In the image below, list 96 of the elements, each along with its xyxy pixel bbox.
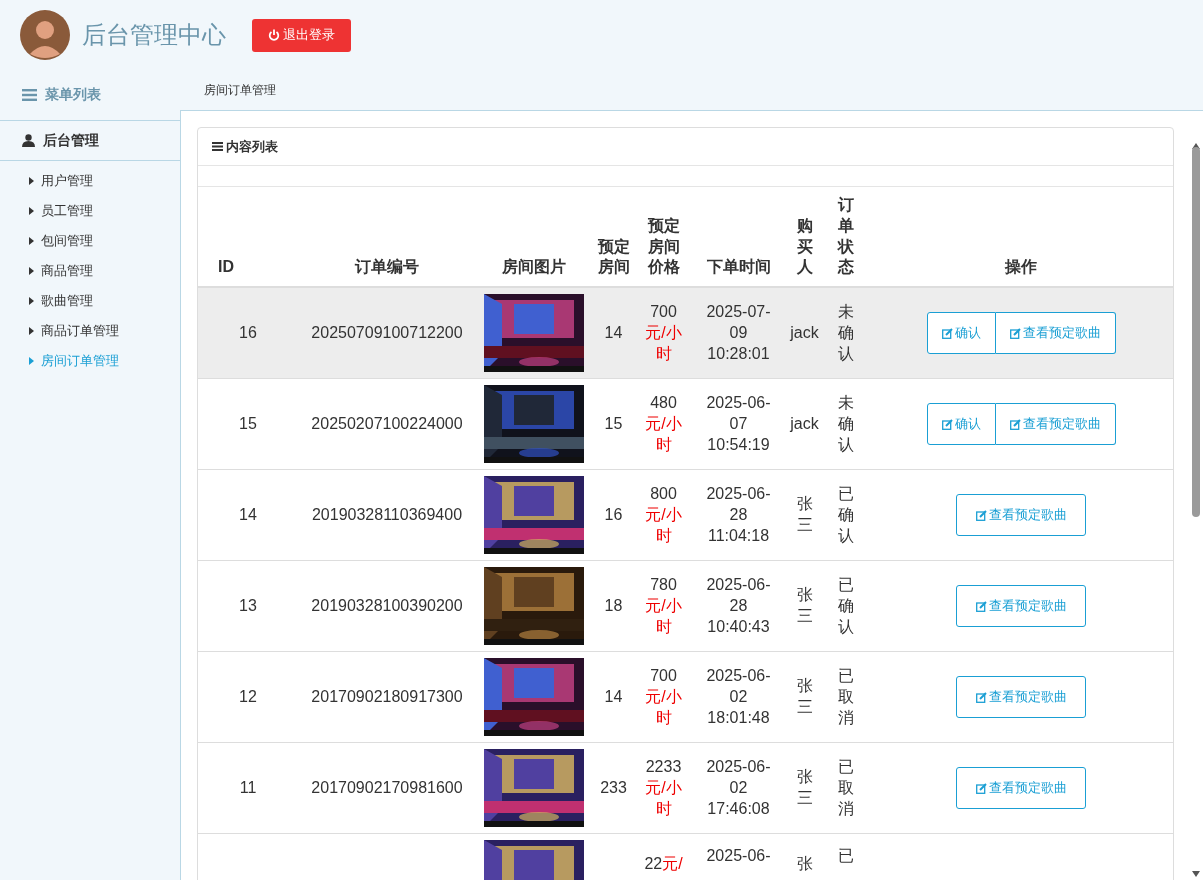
order-status: 已取消 [838,666,854,728]
order-status: 未确认 [838,302,854,364]
order-time: 2025-06- [706,847,771,865]
caret-icon [29,357,34,365]
edit-icon [941,418,953,430]
action-button[interactable]: 确认 [926,312,996,355]
sidebar-item[interactable]: 商品订单管理 [0,316,180,346]
action-button[interactable]: 查看预定歌曲 [995,403,1116,446]
edit-icon [1009,418,1021,430]
price: 22元/ [644,855,683,873]
price: 480 元/小时 [645,394,682,453]
order-time: 2025-07-09 10:28:01 [706,303,771,362]
buyer: jack [790,323,819,341]
column-header: 房间图片 [501,258,566,276]
buyer: jack [790,414,819,432]
room-number: 14 [604,323,623,341]
room-number: 233 [600,778,627,796]
action-button[interactable]: 查看预定歌曲 [995,312,1116,355]
panel-title: 内容列表 [226,137,278,156]
sidebar-item[interactable]: 员工管理 [0,196,180,226]
id-cell: 12 [239,687,257,705]
order-number: 20190328110369400 [311,505,463,523]
price: 780 元/小时 [645,576,682,635]
id-cell: 13 [239,596,257,614]
room-number: 14 [604,687,623,705]
column-header: 下单时间 [706,258,771,276]
action-button[interactable]: 查看预定歌曲 [956,676,1086,719]
caret-icon [29,177,34,185]
order-time: 2025-06-28 11:04:18 [706,485,771,544]
edit-icon [975,509,987,521]
price: 700 元/小时 [645,667,682,726]
room-number: 18 [604,596,623,614]
caret-icon [29,267,34,275]
action-button[interactable]: 确认 [926,403,996,446]
action-button[interactable]: 查看预定歌曲 [956,767,1086,810]
column-header: ID [218,258,234,276]
column-header: 订单编号 [355,258,419,276]
order-status: 已确认 [838,484,854,546]
sidebar-item[interactable]: 用户管理 [0,166,180,196]
order-time: 2025-06-07 10:54:19 [706,394,771,453]
menu-icon [22,89,37,101]
order-status: 已 [838,846,854,867]
order-time: 2025-06-28 10:40:43 [706,576,771,635]
room-number: 16 [604,505,623,523]
caret-icon [29,207,34,215]
sidebar-item[interactable]: 商品管理 [0,256,180,286]
edit-icon [975,600,987,612]
logout-button[interactable]: 退出登录 [252,18,351,52]
order-status: 已确认 [838,575,854,637]
order-number: 20170902180917300 [311,687,463,705]
column-header: 购买人 [796,216,813,276]
user-icon [22,134,35,147]
column-header: 操作 [1005,258,1037,276]
column-header: 预定房间 [597,237,630,276]
column-header: 订单状态 [838,196,854,276]
price: 700 元/小时 [645,303,682,362]
price: 800 元/小时 [645,485,682,544]
edit-icon [975,691,987,703]
caret-icon [29,237,34,245]
buyer: 张三 [796,586,813,625]
buyer: 张三 [796,768,813,807]
buyer: 张三 [796,677,813,716]
sidebar-item[interactable]: 歌曲管理 [0,286,180,316]
caret-icon [29,297,34,305]
sidebar-item[interactable]: 包间管理 [0,226,180,256]
list-icon [212,142,223,151]
buyer: 张三 [796,495,813,534]
action-button[interactable]: 查看预定歌曲 [956,494,1086,537]
edit-icon [941,327,953,339]
menu-title: 菜单列表 [45,86,101,104]
order-time: 2025-06-02 18:01:48 [706,667,771,726]
order-status: 已取消 [838,757,854,819]
order-number: 20190328100390200 [311,596,463,614]
sidebar-item[interactable]: 房间订单管理 [0,346,180,376]
avatar [20,10,70,60]
action-button[interactable]: 查看预定歌曲 [956,585,1086,628]
order-status: 未确认 [838,393,854,455]
id-cell: 16 [239,323,257,341]
caret-icon [29,327,34,335]
column-header: 预定房间价格 [647,216,680,276]
id-cell: 15 [239,414,257,432]
breadcrumb: 房间订单管理 [204,81,276,99]
price: 2233 元/小时 [645,758,682,817]
edit-icon [1009,327,1021,339]
room-number: 15 [604,414,623,432]
order-number: 20250709100712200 [311,323,463,341]
buyer: 张 [796,855,813,873]
edit-icon [975,782,987,794]
section-title: 后台管理 [43,131,99,150]
id-cell: 14 [239,505,257,523]
order-number: 20250207100224000 [311,414,463,432]
order-time: 2025-06-02 17:46:08 [706,758,771,817]
id-cell: 11 [239,778,257,796]
order-number: 20170902170981600 [311,778,463,796]
app-title: 后台管理中心 [82,20,226,50]
power-icon [268,29,280,41]
